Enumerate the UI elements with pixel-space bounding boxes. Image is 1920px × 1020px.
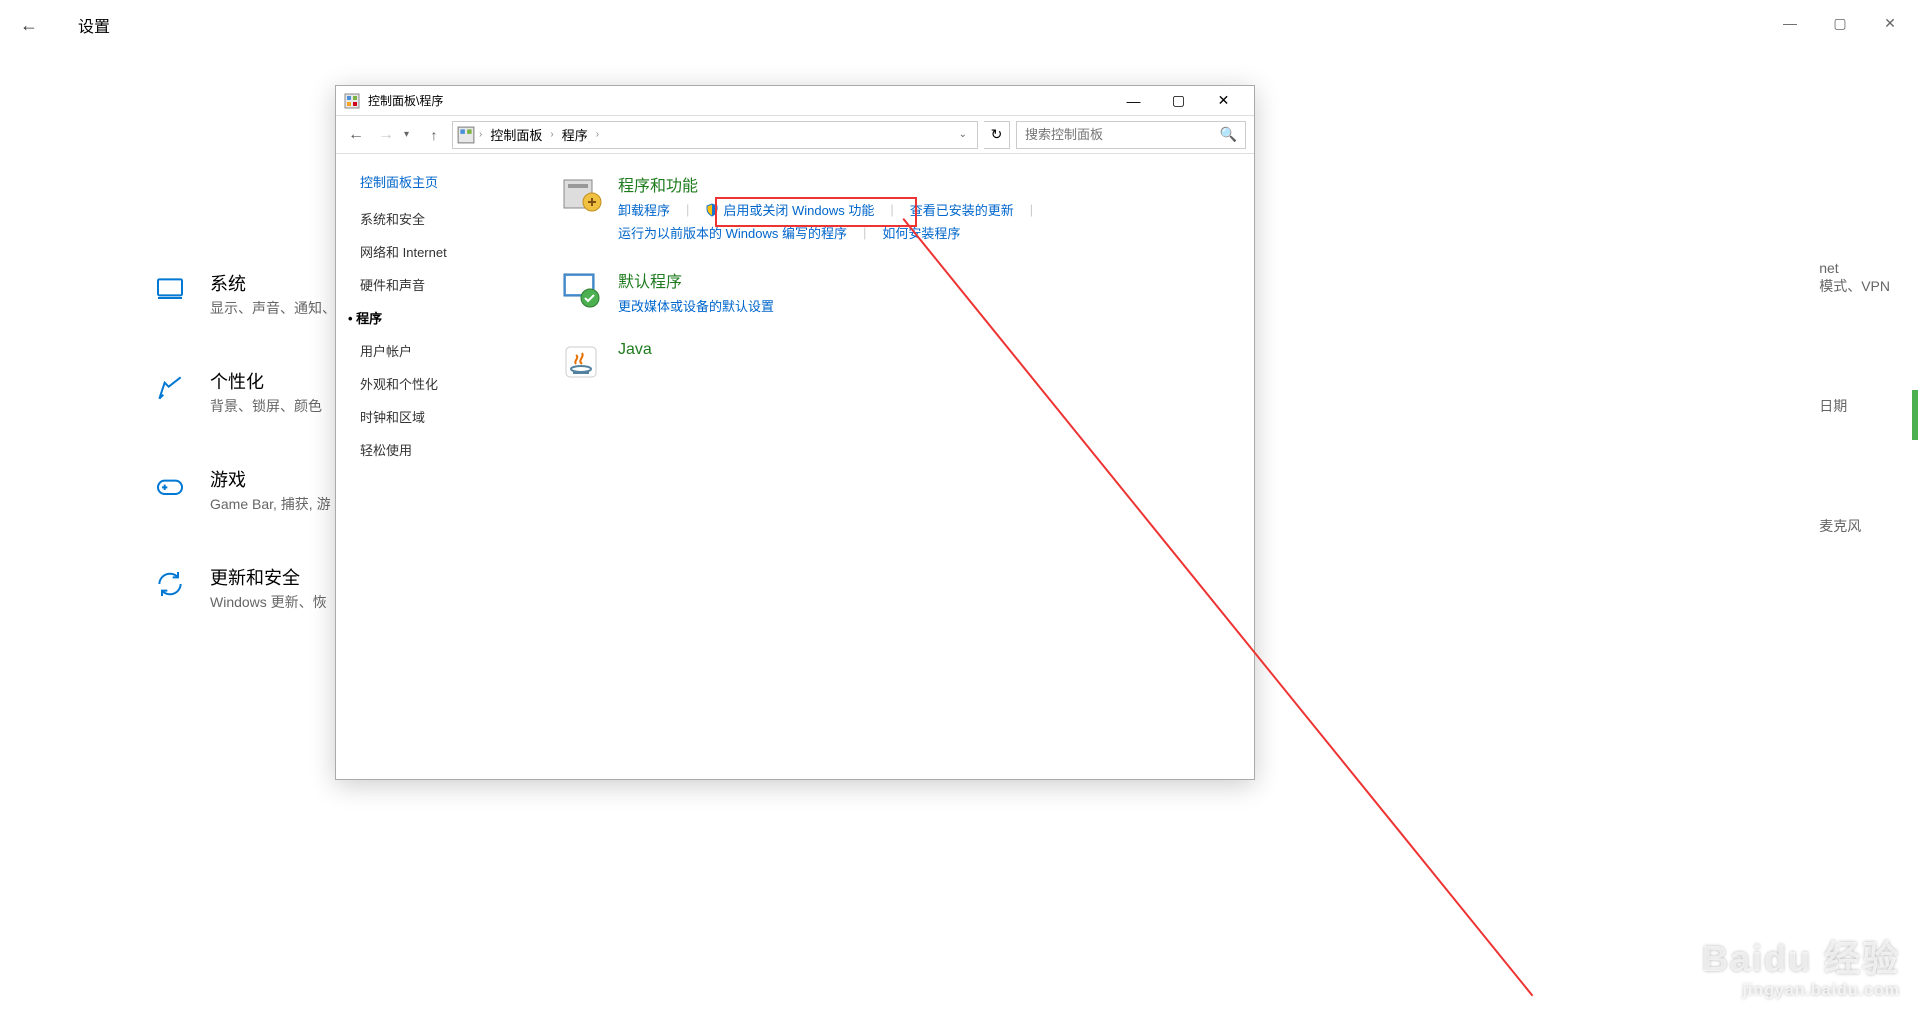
link-compatibility[interactable]: 运行为以前版本的 Windows 编写的程序 bbox=[618, 223, 847, 242]
sidebar-item-programs[interactable]: 程序 bbox=[360, 308, 512, 327]
nav-history-dropdown[interactable]: ▾ bbox=[404, 129, 416, 140]
sidebar-item-system-security[interactable]: 系统和安全 bbox=[360, 209, 512, 228]
cp-section-java: Java bbox=[560, 341, 1230, 383]
close-button[interactable]: ✕ bbox=[1880, 15, 1900, 32]
link-default-settings[interactable]: 更改媒体或设备的默认设置 bbox=[618, 296, 774, 315]
scrollbar-thumb[interactable] bbox=[1912, 390, 1918, 440]
search-input[interactable] bbox=[1025, 127, 1220, 142]
sidebar-item-hardware[interactable]: 硬件和声音 bbox=[360, 275, 512, 294]
item-subtitle: 背景、锁屏、颜色 bbox=[210, 396, 322, 416]
cp-maximize-button[interactable]: ▢ bbox=[1156, 87, 1201, 115]
address-dropdown-icon[interactable]: ⌄ bbox=[953, 129, 973, 140]
link-uninstall[interactable]: 卸载程序 bbox=[618, 200, 670, 219]
sidebar-item-clock[interactable]: 时钟和区域 bbox=[360, 407, 512, 426]
cp-addressbar: ← → ▾ ↑ › 控制面板 › 程序 › ⌄ ↻ 🔍 bbox=[336, 116, 1254, 154]
breadcrumb-item[interactable]: 程序 bbox=[558, 125, 592, 144]
shield-icon bbox=[705, 203, 719, 217]
cp-titlebar-text: 控制面板\程序 bbox=[368, 92, 1111, 109]
cp-breadcrumb-icon bbox=[457, 126, 475, 144]
settings-header: ← 设置 bbox=[0, 0, 1920, 50]
cp-section-default-programs: 默认程序 更改媒体或设备的默认设置 bbox=[560, 268, 1230, 315]
breadcrumb-separator[interactable]: › bbox=[550, 129, 553, 140]
system-icon bbox=[150, 270, 190, 310]
sidebar-item-accounts[interactable]: 用户帐户 bbox=[360, 341, 512, 360]
item-title: 系统 bbox=[210, 270, 336, 296]
java-icon bbox=[560, 341, 602, 383]
personalization-icon bbox=[150, 368, 190, 408]
default-programs-icon bbox=[560, 268, 602, 310]
breadcrumb-item[interactable]: 控制面板 bbox=[486, 125, 546, 144]
search-icon[interactable]: 🔍 bbox=[1220, 126, 1237, 143]
item-subtitle: 显示、声音、通知、 bbox=[210, 298, 336, 318]
nav-up-button[interactable]: ↑ bbox=[422, 123, 446, 147]
section-title[interactable]: Java bbox=[618, 341, 652, 359]
cp-close-button[interactable]: ✕ bbox=[1201, 87, 1246, 115]
cp-section-programs: 程序和功能 卸载程序 | 启用或关闭 Windows 功能 | 查看已安装的更新… bbox=[560, 172, 1230, 242]
section-links: 更改媒体或设备的默认设置 bbox=[618, 296, 774, 315]
link-installed-updates[interactable]: 查看已安装的更新 bbox=[910, 200, 1014, 219]
section-links: 卸载程序 | 启用或关闭 Windows 功能 | 查看已安装的更新 | 运行为… bbox=[618, 200, 1118, 242]
nav-back-button[interactable]: ← bbox=[344, 123, 368, 147]
sidebar-item-appearance[interactable]: 外观和个性化 bbox=[360, 374, 512, 393]
back-arrow-icon[interactable]: ← bbox=[20, 15, 38, 36]
item-subtitle: Game Bar, 捕获, 游 bbox=[210, 494, 331, 514]
cp-titlebar-icon bbox=[344, 93, 360, 109]
item-title: 更新和安全 bbox=[210, 564, 327, 590]
maximize-button[interactable]: ▢ bbox=[1830, 15, 1850, 32]
link-how-to-install[interactable]: 如何安装程序 bbox=[882, 223, 960, 242]
item-title: 个性化 bbox=[210, 368, 322, 394]
cp-window-controls: — ▢ ✕ bbox=[1111, 87, 1246, 115]
item-title: 游戏 bbox=[210, 466, 331, 492]
settings-title: 设置 bbox=[78, 13, 110, 37]
item-subtitle: Windows 更新、恢 bbox=[210, 592, 327, 612]
address-field[interactable]: › 控制面板 › 程序 › ⌄ bbox=[452, 121, 978, 149]
gaming-icon bbox=[150, 466, 190, 506]
settings-window-controls: — ▢ ✕ bbox=[1780, 15, 1900, 32]
cp-content: 程序和功能 卸载程序 | 启用或关闭 Windows 功能 | 查看已安装的更新… bbox=[536, 154, 1254, 779]
cp-home-link[interactable]: 控制面板主页 bbox=[360, 172, 512, 191]
link-windows-features[interactable]: 启用或关闭 Windows 功能 bbox=[705, 200, 874, 219]
breadcrumb-separator[interactable]: › bbox=[596, 129, 599, 140]
minimize-button[interactable]: — bbox=[1780, 15, 1800, 32]
cp-titlebar[interactable]: 控制面板\程序 — ▢ ✕ bbox=[336, 86, 1254, 116]
refresh-button[interactable]: ↻ bbox=[984, 121, 1010, 149]
cp-minimize-button[interactable]: — bbox=[1111, 87, 1156, 115]
update-icon bbox=[150, 564, 190, 604]
sidebar-item-ease[interactable]: 轻松使用 bbox=[360, 440, 512, 459]
settings-right-column: net模式、VPN 日期 麦克风 bbox=[1819, 260, 1920, 536]
right-item: 麦克风 bbox=[1819, 516, 1890, 536]
breadcrumb-separator[interactable]: › bbox=[479, 129, 482, 140]
section-title[interactable]: 默认程序 bbox=[618, 268, 774, 292]
programs-features-icon bbox=[560, 172, 602, 214]
sidebar-item-network[interactable]: 网络和 Internet bbox=[360, 242, 512, 261]
search-field[interactable]: 🔍 bbox=[1016, 121, 1246, 149]
control-panel-window: 控制面板\程序 — ▢ ✕ ← → ▾ ↑ › 控制面板 › 程序 › ⌄ ↻ … bbox=[335, 85, 1255, 780]
right-item: net模式、VPN bbox=[1819, 260, 1890, 296]
right-item: 日期 bbox=[1819, 396, 1890, 416]
nav-forward-button[interactable]: → bbox=[374, 123, 398, 147]
cp-sidebar: 控制面板主页 系统和安全 网络和 Internet 硬件和声音 程序 用户帐户 … bbox=[336, 154, 536, 779]
cp-body: 控制面板主页 系统和安全 网络和 Internet 硬件和声音 程序 用户帐户 … bbox=[336, 154, 1254, 779]
section-title[interactable]: 程序和功能 bbox=[618, 172, 1118, 196]
